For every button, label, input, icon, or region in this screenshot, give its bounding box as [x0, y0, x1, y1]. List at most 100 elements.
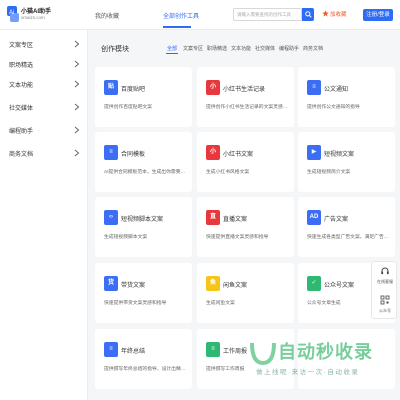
tool-card[interactable]: 小小红书生活记录提供创作小红书生活记录的文案灵感和指导 — [197, 67, 294, 127]
sidebar-item-social-media[interactable]: 社交媒体 — [0, 97, 88, 117]
nav-all-tools[interactable]: 全部创作工具 — [163, 11, 199, 20]
login-register-button[interactable]: 注册/登录 — [363, 9, 393, 21]
video-icon: ▶ — [307, 145, 321, 160]
tool-card[interactable]: 直直播文案快速提供直播文案灵感和指导 — [197, 197, 294, 257]
xiaohongshu-icon: 小 — [206, 80, 220, 95]
card-icon-glyph: 小 — [209, 84, 216, 90]
tab-text-functions[interactable]: 文本功能 — [231, 45, 251, 52]
card-description: 生成短视频简介文案 — [307, 170, 351, 175]
card-description: 生成小红书风格文案 — [206, 170, 250, 175]
sidebar-item-text-functions[interactable]: 文本功能 — [0, 74, 88, 94]
card-title: 小红书生活记录 — [223, 87, 266, 93]
card-icon-glyph: ≡ — [312, 84, 316, 90]
tool-card[interactable]: 小小红书文案生成小红书风格文案 — [197, 132, 294, 192]
tool-card[interactable]: ≡ 合同模板 AI提供合同模板范本，生成出你需要的合同… — [95, 132, 192, 192]
tool-card[interactable]: ≡ 工作周报提供撰写工作周报 — [197, 329, 294, 389]
sidebar: 文案专区 职场精选 文本功能 社交媒体 编程助手 商务文档 — [0, 30, 88, 400]
search-input[interactable]: 请输入需要查找的创作工具 — [233, 8, 302, 21]
ad-icon: AD — [307, 210, 321, 225]
card-title: 工作周报 — [223, 349, 248, 355]
sidebar-item-label: 文本功能 — [9, 83, 34, 89]
tool-card[interactable]: 贴百度贴吧 提供创作百度贴吧文案 — [95, 67, 192, 127]
card-description: 提供撰写年终总结的指导，设计出精彩的… — [104, 367, 188, 372]
card-title: 带货文案 — [121, 283, 146, 289]
card-icon-glyph: 小 — [209, 149, 216, 155]
xianyu-icon: 鱼 — [206, 276, 220, 291]
shopping-icon: 货 — [104, 276, 118, 291]
tool-card[interactable]: 鱼闲鱼文案生成闲鱼文案 — [197, 263, 294, 323]
tool-card[interactable]: AD 广告文案 快速生成各类型广告文案，满足广告宣传… — [298, 197, 395, 257]
sidebar-item-label: 编程助手 — [9, 129, 34, 135]
search-icon — [305, 11, 312, 18]
baidu-tieba-icon: 贴 — [104, 80, 118, 95]
search-button[interactable] — [302, 8, 314, 21]
tab-business-docs[interactable]: 商务文档 — [303, 45, 323, 52]
logo-icon[interactable]: Ai — [6, 5, 20, 23]
tab-all[interactable]: 全部 — [167, 45, 177, 52]
brand-domain: xmaizs.com — [21, 15, 45, 20]
card-description: 提供创作公文通知的指导 — [307, 105, 360, 110]
card-icon-glyph: ≡ — [109, 346, 113, 352]
card-icon-glyph: ✓ — [311, 280, 317, 286]
card-icon-glyph: 直 — [209, 214, 216, 220]
contract-icon: ≡ — [104, 145, 118, 160]
card-title: 直播文案 — [223, 217, 248, 223]
tool-card[interactable]: 货带货文案 快速提供带货文案灵感和指导 — [95, 263, 192, 323]
nav-my-favorites[interactable]: 我的收藏 — [95, 11, 119, 20]
card-title: 年终总结 — [121, 349, 146, 355]
brand-title[interactable]: 小猫AI助手 — [21, 6, 51, 15]
sidebar-item-label: 文案专区 — [9, 43, 34, 49]
chevron-right-icon — [74, 80, 80, 88]
tool-card[interactable]: ≡ 公文通知提供创作公文通知的指导 — [298, 67, 395, 127]
tool-card[interactable]: ▶ 短视频文案 生成短视频简介文案 — [298, 132, 395, 192]
sidebar-item-label: 职场精选 — [9, 63, 34, 69]
card-title: 公众号文案 — [324, 283, 355, 289]
card-description: 生成闲鱼文案 — [206, 301, 235, 306]
top-header: Ai 小猫AI助手 xmaizs.com 我的收藏 全部创作工具 请输入需要查找… — [0, 0, 400, 30]
section-title: 创作模块 — [101, 46, 129, 53]
sidebar-item-label: 社交媒体 — [9, 106, 34, 112]
card-title: 闲鱼文案 — [223, 283, 248, 289]
chevron-right-icon — [74, 60, 80, 68]
tab-workplace[interactable]: 职场精选 — [207, 45, 227, 52]
card-icon-glyph: 货 — [107, 280, 114, 286]
chevron-right-icon — [74, 103, 80, 111]
card-title: 公文通知 — [324, 87, 349, 93]
card-description: 快速生成各类型广告文案，满足广告宣传… — [307, 235, 391, 240]
card-icon-glyph: ≡ — [109, 149, 113, 155]
sidebar-item-label: 商务文档 — [9, 152, 34, 158]
card-title: 短视频脚本文案 — [121, 217, 164, 223]
sidebar-item-programming[interactable]: 编程助手 — [0, 120, 88, 140]
sidebar-item-workplace[interactable]: 职场精选 — [0, 54, 88, 74]
card-icon-glyph: ≡ — [211, 346, 215, 352]
card-icon-glyph: 鱼 — [209, 280, 216, 286]
sidebar-item-copywriting[interactable]: 文案专区 — [0, 34, 88, 54]
chevron-right-icon — [74, 126, 80, 134]
tool-card[interactable]: ‹› 短视频脚本文案生成短视频脚本文案 — [95, 197, 192, 257]
wechat-icon: ✓ — [307, 276, 321, 291]
online-service-button[interactable]: 在线客服 — [372, 262, 398, 291]
headset-icon — [381, 267, 389, 275]
chevron-right-icon — [74, 40, 80, 48]
tool-card[interactable]: ≡ 年终总结提供撰写年终总结的指导，设计出精彩的… — [95, 329, 192, 389]
card-icon-glyph: AD — [309, 214, 319, 220]
card-description: 生成短视频脚本文案 — [104, 235, 148, 240]
tab-social-media[interactable]: 社交媒体 — [255, 45, 275, 52]
tab-active-underline — [166, 53, 178, 54]
document-icon: ≡ — [307, 80, 321, 95]
tool-card[interactable] — [298, 329, 395, 389]
sidebar-item-business-docs[interactable]: 商务文档 — [0, 143, 88, 163]
card-description: 快速提供直播文案灵感和指导 — [206, 235, 269, 240]
card-title: 小红书文案 — [223, 152, 254, 158]
card-description: AI提供合同模板范本，生成出你需要的合同… — [104, 170, 188, 175]
card-description: 提供撰写工作周报 — [206, 367, 245, 372]
floating-contact-widget: 在线客服 公众号 — [371, 261, 397, 319]
card-icon-glyph: ‹› — [109, 214, 113, 220]
card-title: 百度贴吧 — [121, 87, 146, 93]
wechat-official-button[interactable]: 公众号 — [372, 291, 398, 320]
qrcode-icon — [380, 295, 390, 305]
tab-programming[interactable]: 编程助手 — [279, 45, 299, 52]
tab-copywriting[interactable]: 文案专区 — [183, 45, 203, 52]
add-favorite-button[interactable]: 加收藏 — [322, 10, 347, 18]
card-description: 提供创作小红书生活记录的文案灵感和指导 — [206, 105, 290, 110]
